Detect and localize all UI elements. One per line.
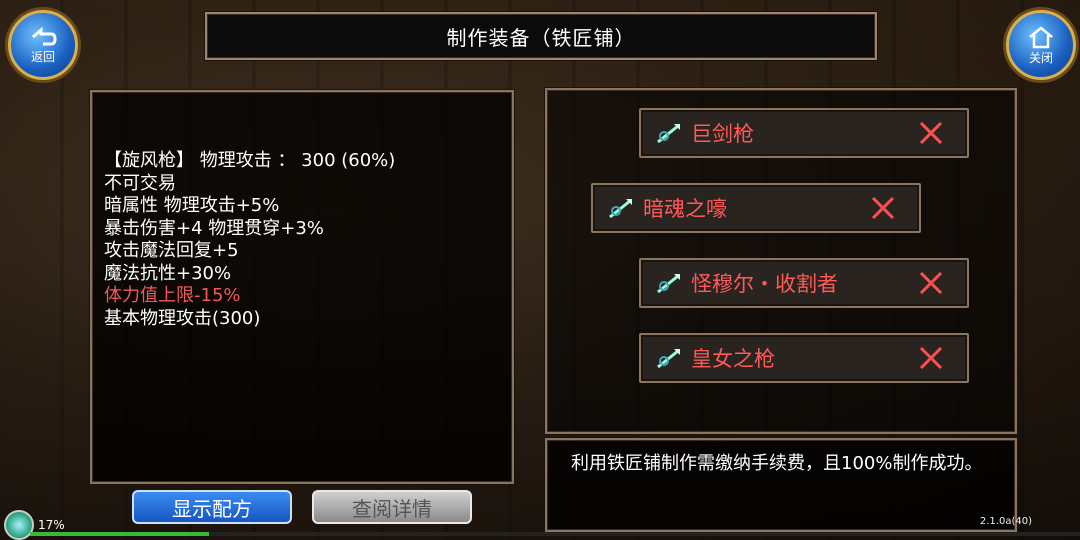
item-penalty-line: 体力值上限-15% — [104, 285, 241, 306]
page-title: 制作装备（铁匠铺） — [446, 25, 636, 50]
version-label: 2.1.0a(40) — [979, 516, 1032, 527]
unavailable-x-icon — [911, 113, 951, 153]
back-button[interactable]: 返回 — [8, 10, 78, 80]
recipe-item[interactable]: 怪穆尔・收割者 — [639, 258, 969, 308]
recipe-name: 巨剑枪 — [691, 122, 754, 146]
recipe-name: 暗魂之嚎 — [643, 197, 727, 221]
home-icon — [1029, 25, 1053, 48]
experience-bar — [30, 532, 1080, 536]
close-label: 关闭 — [1028, 50, 1053, 65]
experience-fill — [30, 532, 209, 536]
recipe-name: 怪穆尔・收割者 — [691, 272, 838, 296]
recipe-name: 皇女之枪 — [691, 347, 775, 371]
recipe-item[interactable]: 巨剑枪 — [639, 108, 969, 158]
recipe-list-panel: 巨剑枪 暗魂之嚎 怪穆尔・收割者 皇女之枪 — [545, 88, 1017, 434]
recipe-item[interactable]: 暗魂之嚎 — [591, 183, 921, 233]
back-arrow-icon — [32, 26, 57, 45]
close-button[interactable]: 关闭 — [1006, 10, 1076, 80]
spear-icon — [655, 271, 683, 295]
item-stat-line: 不可交易 — [104, 172, 176, 194]
status-percent: 17% — [38, 518, 65, 532]
description-panel: 利用铁匠铺制作需缴纳手续费，且100%制作成功。 — [545, 438, 1017, 532]
item-stat-line: 攻击魔法回复+5 — [104, 240, 239, 261]
unavailable-x-icon — [911, 338, 951, 378]
unavailable-x-icon — [911, 263, 951, 303]
recipe-item[interactable]: 皇女之枪 — [639, 333, 969, 383]
crafting-description: 利用铁匠铺制作需缴纳手续费，且100%制作成功。 — [571, 453, 983, 474]
view-details-button[interactable]: 查阅详情 — [312, 490, 472, 524]
spear-icon — [655, 346, 683, 370]
spear-icon — [607, 196, 635, 220]
item-stat-line: 暴击伤害+4 物理贯穿+3% — [104, 217, 324, 239]
show-recipe-button[interactable]: 显示配方 — [132, 490, 292, 524]
item-name-line: 【旋风枪】 物理攻击 ： 300 (60%) — [104, 150, 396, 171]
item-stat-line: 魔法抗性+30% — [104, 262, 232, 284]
item-stat-line: 暗属性 物理攻击+5% — [104, 195, 280, 216]
item-stat-line: 基本物理攻击(300) — [104, 307, 261, 329]
title-bar: 制作装备（铁匠铺） — [205, 12, 877, 60]
spear-icon — [655, 121, 683, 145]
unavailable-x-icon — [863, 188, 903, 228]
item-stats: 【旋风枪】 物理攻击 ： 300 (60%) 不可交易 暗属性 物理攻击+5% … — [104, 150, 395, 330]
item-detail-panel: 【旋风枪】 物理攻击 ： 300 (60%) 不可交易 暗属性 物理攻击+5% … — [90, 90, 514, 484]
back-label: 返回 — [30, 49, 55, 64]
